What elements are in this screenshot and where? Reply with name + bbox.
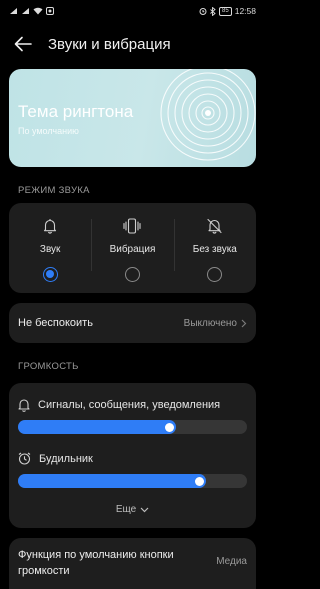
sim-signal-icon bbox=[22, 8, 29, 14]
volume-button-function-row[interactable]: Функция по умолчанию кнопки громкости Ме… bbox=[9, 538, 256, 589]
bell-off-icon bbox=[207, 216, 222, 236]
ringtone-theme-subtitle: По умолчанию bbox=[18, 126, 79, 136]
slider-fill bbox=[18, 474, 206, 488]
sound-mode-radio-sound[interactable] bbox=[42, 267, 58, 282]
volume-more-button[interactable]: Еще bbox=[9, 504, 256, 515]
ringtone-theme-title: Тема рингтона bbox=[18, 102, 134, 121]
sound-mode-option-silent[interactable]: Без звука bbox=[173, 203, 256, 293]
volume-alarm-slider[interactable] bbox=[18, 474, 247, 488]
bell-icon bbox=[43, 216, 57, 236]
volume-notifications-label-row: Сигналы, сообщения, уведомления bbox=[18, 398, 220, 412]
slider-knob[interactable] bbox=[165, 422, 174, 432]
volume-alarm-label-row: Будильник bbox=[18, 452, 93, 465]
volume-notifications-slider[interactable] bbox=[18, 420, 247, 434]
sound-mode-option-vibration[interactable]: Вибрация bbox=[91, 203, 173, 293]
volume-alarm-label: Будильник bbox=[39, 452, 93, 465]
status-bar: 85 12:58 bbox=[0, 0, 265, 22]
page-title: Звуки и вибрация bbox=[48, 35, 171, 53]
volume-button-function-label: Функция по умолчанию кнопки громкости bbox=[18, 549, 174, 577]
arrow-left-icon bbox=[14, 36, 32, 52]
battery-icon: 85 bbox=[219, 6, 232, 16]
sound-mode-label: Вибрация bbox=[109, 244, 156, 255]
bell-icon bbox=[18, 399, 30, 412]
status-bar-right: 85 12:58 bbox=[199, 6, 256, 16]
volume-card: Сигналы, сообщения, уведомления Будильни… bbox=[9, 383, 256, 528]
sound-mode-radio-silent[interactable] bbox=[207, 267, 223, 282]
sound-mode-card: Звук Вибрация Без звука bbox=[9, 203, 256, 293]
ring-waves-icon bbox=[160, 69, 256, 161]
notification-icon bbox=[46, 7, 54, 15]
volume-notifications-label: Сигналы, сообщения, уведомления bbox=[38, 399, 221, 411]
do-not-disturb-label: Не беспокоить bbox=[18, 317, 93, 329]
vibration-icon bbox=[123, 216, 142, 236]
chevron-down-icon bbox=[140, 507, 149, 512]
do-not-disturb-row[interactable]: Не беспокоить Выключено bbox=[9, 303, 256, 343]
volume-section-label: ГРОМКОСТЬ bbox=[18, 361, 79, 372]
chevron-right-icon bbox=[241, 319, 247, 327]
sound-mode-option-sound[interactable]: Звук bbox=[9, 203, 91, 293]
sound-mode-section-label: РЕЖИМ ЗВУКА bbox=[18, 185, 90, 196]
slider-knob[interactable] bbox=[195, 476, 204, 486]
sound-mode-radio-vibration[interactable] bbox=[124, 267, 140, 282]
slider-fill bbox=[18, 420, 176, 434]
volume-button-function-value: Медиа bbox=[216, 556, 247, 567]
bluetooth-icon bbox=[210, 6, 216, 16]
sound-mode-label: Звук bbox=[39, 244, 61, 255]
do-not-disturb-value-group: Выключено bbox=[184, 318, 247, 329]
ringtone-theme-card[interactable]: Тема рингтона По умолчанию bbox=[9, 69, 256, 167]
status-time: 12:58 bbox=[234, 6, 256, 16]
back-button[interactable] bbox=[14, 33, 36, 55]
alarm-clock-icon bbox=[18, 452, 31, 465]
sim-signal-icon bbox=[10, 8, 17, 14]
do-not-disturb-value: Выключено bbox=[183, 317, 237, 329]
wifi-icon bbox=[33, 7, 43, 15]
sound-mode-label: Без звука bbox=[192, 244, 237, 255]
status-bar-left bbox=[9, 7, 54, 15]
volume-more-label: Еще bbox=[115, 504, 137, 515]
alarm-status-icon bbox=[199, 8, 207, 15]
app-bar: Звуки и вибрация bbox=[0, 28, 265, 60]
